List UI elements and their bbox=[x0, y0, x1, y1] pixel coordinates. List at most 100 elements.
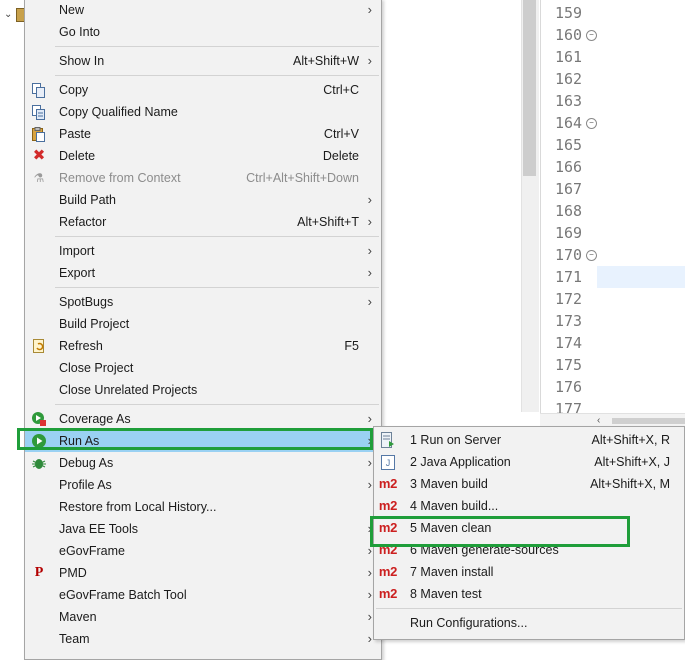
context-menu-item-copy-qualified-name[interactable]: Copy Qualified Name bbox=[25, 101, 381, 123]
line-number: 159 bbox=[555, 4, 583, 22]
chevron-right-icon: › bbox=[367, 587, 372, 602]
run-as-item-label: 1 Run on Server bbox=[410, 433, 502, 447]
context-menu-item-close-project[interactable]: Close Project bbox=[25, 357, 381, 379]
context-menu-item-label: Remove from Context bbox=[59, 171, 181, 185]
context-menu-item-refresh[interactable]: Refresh F5 bbox=[25, 335, 381, 357]
chevron-right-icon: › bbox=[367, 53, 372, 68]
context-menu-separator bbox=[55, 46, 379, 47]
chevron-right-icon: › bbox=[367, 2, 372, 17]
maven-icon: m2 bbox=[378, 564, 398, 579]
java-application-icon: J bbox=[380, 454, 396, 470]
line-number: 165 bbox=[555, 136, 583, 154]
context-menu-item-shortcut: F5 bbox=[344, 339, 359, 353]
context-menu-item-import[interactable]: Import › bbox=[25, 240, 381, 262]
copy-qualified-name-icon bbox=[31, 104, 47, 120]
context-menu-item-shortcut: Ctrl+V bbox=[323, 127, 359, 141]
paste-icon bbox=[31, 126, 47, 142]
context-menu-item-team[interactable]: Team › bbox=[25, 628, 381, 650]
context-menu-item-label: Refresh bbox=[59, 339, 103, 353]
run-as-item-1-run-on-server[interactable]: 1 Run on Server Alt+Shift+X, R bbox=[374, 429, 684, 451]
run-as-item-label: 4 Maven build... bbox=[410, 499, 499, 513]
context-menu-item-label: eGovFrame bbox=[59, 544, 125, 558]
run-as-item-run-configurations[interactable]: Run Configurations... bbox=[374, 612, 684, 634]
context-menu-item-egovframe-batch-tool[interactable]: eGovFrame Batch Tool › bbox=[25, 584, 381, 606]
context-menu-item-label: New bbox=[59, 3, 85, 17]
run-as-annotation-box bbox=[17, 428, 373, 450]
context-menu-item-label: Coverage As bbox=[59, 412, 131, 426]
context-menu-item-new[interactable]: New › bbox=[25, 0, 381, 21]
line-number: 175 bbox=[555, 356, 583, 374]
run-on-server-icon bbox=[380, 432, 396, 448]
context-menu-item-build-path[interactable]: Build Path › bbox=[25, 189, 381, 211]
run-as-item-label: Run Configurations... bbox=[410, 616, 528, 630]
run-as-item-shortcut: Alt+Shift+X, J bbox=[594, 455, 670, 469]
explorer-scrollbar-thumb[interactable] bbox=[523, 0, 536, 176]
chevron-right-icon: › bbox=[367, 294, 372, 309]
fold-toggle-icon[interactable]: − bbox=[586, 118, 597, 129]
context-menu-item-label: Java EE Tools bbox=[59, 522, 138, 536]
line-number: 161 bbox=[555, 48, 583, 66]
chevron-right-icon: › bbox=[367, 192, 372, 207]
line-number: 168 bbox=[555, 202, 583, 220]
context-menu-separator bbox=[55, 75, 379, 76]
chevron-right-icon: › bbox=[367, 214, 372, 229]
line-number: 172 bbox=[555, 290, 583, 308]
context-menu-item-profile-as[interactable]: Profile As › bbox=[25, 474, 381, 496]
context-menu-item-label: Go Into bbox=[59, 25, 100, 39]
context-menu-item-go-into[interactable]: Go Into bbox=[25, 21, 381, 43]
maven-clean-annotation-box bbox=[370, 516, 630, 547]
run-as-item-3-maven-build[interactable]: m2 3 Maven build Alt+Shift+X, M bbox=[374, 473, 684, 495]
context-menu-item-build-project[interactable]: Build Project bbox=[25, 313, 381, 335]
context-menu-item-refactor[interactable]: Refactor Alt+Shift+T › bbox=[25, 211, 381, 233]
context-menu-item-remove-from-context: ⚗ Remove from Context Ctrl+Alt+Shift+Down bbox=[25, 167, 381, 189]
chevron-right-icon: › bbox=[367, 477, 372, 492]
chevron-right-icon: › bbox=[367, 265, 372, 280]
context-menu-item-shortcut: Delete bbox=[322, 149, 359, 163]
context-menu-item-java-ee-tools[interactable]: Java EE Tools › bbox=[25, 518, 381, 540]
context-menu-item-close-unrelated-projects[interactable]: Close Unrelated Projects bbox=[25, 379, 381, 401]
context-menu-item-copy[interactable]: Copy Ctrl+C bbox=[25, 79, 381, 101]
run-as-item-label: 8 Maven test bbox=[410, 587, 482, 601]
chevron-right-icon: › bbox=[367, 609, 372, 624]
context-menu-item-pmd[interactable]: P PMD › bbox=[25, 562, 381, 584]
fold-toggle-icon[interactable]: − bbox=[586, 250, 597, 261]
context-menu-item-debug-as[interactable]: Debug As › bbox=[25, 452, 381, 474]
context-menu-item-spotbugs[interactable]: SpotBugs › bbox=[25, 291, 381, 313]
refresh-icon bbox=[31, 338, 47, 354]
context-menu-item-coverage-as[interactable]: Coverage As › bbox=[25, 408, 381, 430]
project-context-menu: New › Go Into Show In Alt+Shift+W › Copy Ctrl+C… bbox=[24, 0, 382, 660]
line-number: 164 bbox=[555, 114, 583, 132]
context-menu-separator bbox=[55, 236, 379, 237]
line-number-gutter: 159 160−161 162 163 164−165 166 167 168 169 170−1… bbox=[541, 0, 597, 420]
context-menu-item-shortcut: Alt+Shift+T bbox=[297, 215, 359, 229]
run-as-item-label: 7 Maven install bbox=[410, 565, 494, 579]
run-as-item-8-maven-test[interactable]: m2 8 Maven test bbox=[374, 583, 684, 605]
line-number: 166 bbox=[555, 158, 583, 176]
run-as-item-label: 3 Maven build bbox=[410, 477, 488, 491]
line-number: 160 bbox=[555, 26, 583, 44]
context-menu-item-label: Paste bbox=[59, 127, 91, 141]
context-menu-item-export[interactable]: Export › bbox=[25, 262, 381, 284]
run-as-item-4-maven-build[interactable]: m2 4 Maven build... bbox=[374, 495, 684, 517]
context-menu-item-paste[interactable]: Paste Ctrl+V bbox=[25, 123, 381, 145]
run-as-separator bbox=[376, 608, 682, 609]
context-menu-item-label: Refactor bbox=[59, 215, 107, 229]
context-menu-item-label: Show In bbox=[59, 54, 105, 68]
context-menu-item-maven[interactable]: Maven › bbox=[25, 606, 381, 628]
context-menu-item-restore-from-local-history[interactable]: Restore from Local History... bbox=[25, 496, 381, 518]
run-as-item-7-maven-install[interactable]: m2 7 Maven install bbox=[374, 561, 684, 583]
context-menu-item-egovframe[interactable]: eGovFrame › bbox=[25, 540, 381, 562]
code-editor[interactable]: 159 160−161 162 163 164−165 166 167 168 169 170−1… bbox=[540, 0, 685, 420]
context-menu-item-delete[interactable]: ✖ Delete Delete bbox=[25, 145, 381, 167]
editor-horizontal-scrollbar-thumb[interactable] bbox=[612, 418, 685, 424]
context-menu-item-show-in[interactable]: Show In Alt+Shift+W › bbox=[25, 50, 381, 72]
fold-toggle-icon[interactable]: − bbox=[586, 30, 597, 41]
project-explorer-strip bbox=[0, 0, 24, 638]
run-as-item-2-java-application[interactable]: J 2 Java Application Alt+Shift+X, J bbox=[374, 451, 684, 473]
context-menu-item-label: Build Path bbox=[59, 193, 116, 207]
tree-expand-icon[interactable]: ⌄ bbox=[4, 9, 12, 20]
context-menu-item-label: Debug As bbox=[59, 456, 114, 470]
scroll-left-icon[interactable]: ‹ bbox=[597, 415, 600, 426]
current-line-highlight bbox=[597, 266, 685, 288]
maven-icon: m2 bbox=[378, 586, 398, 601]
